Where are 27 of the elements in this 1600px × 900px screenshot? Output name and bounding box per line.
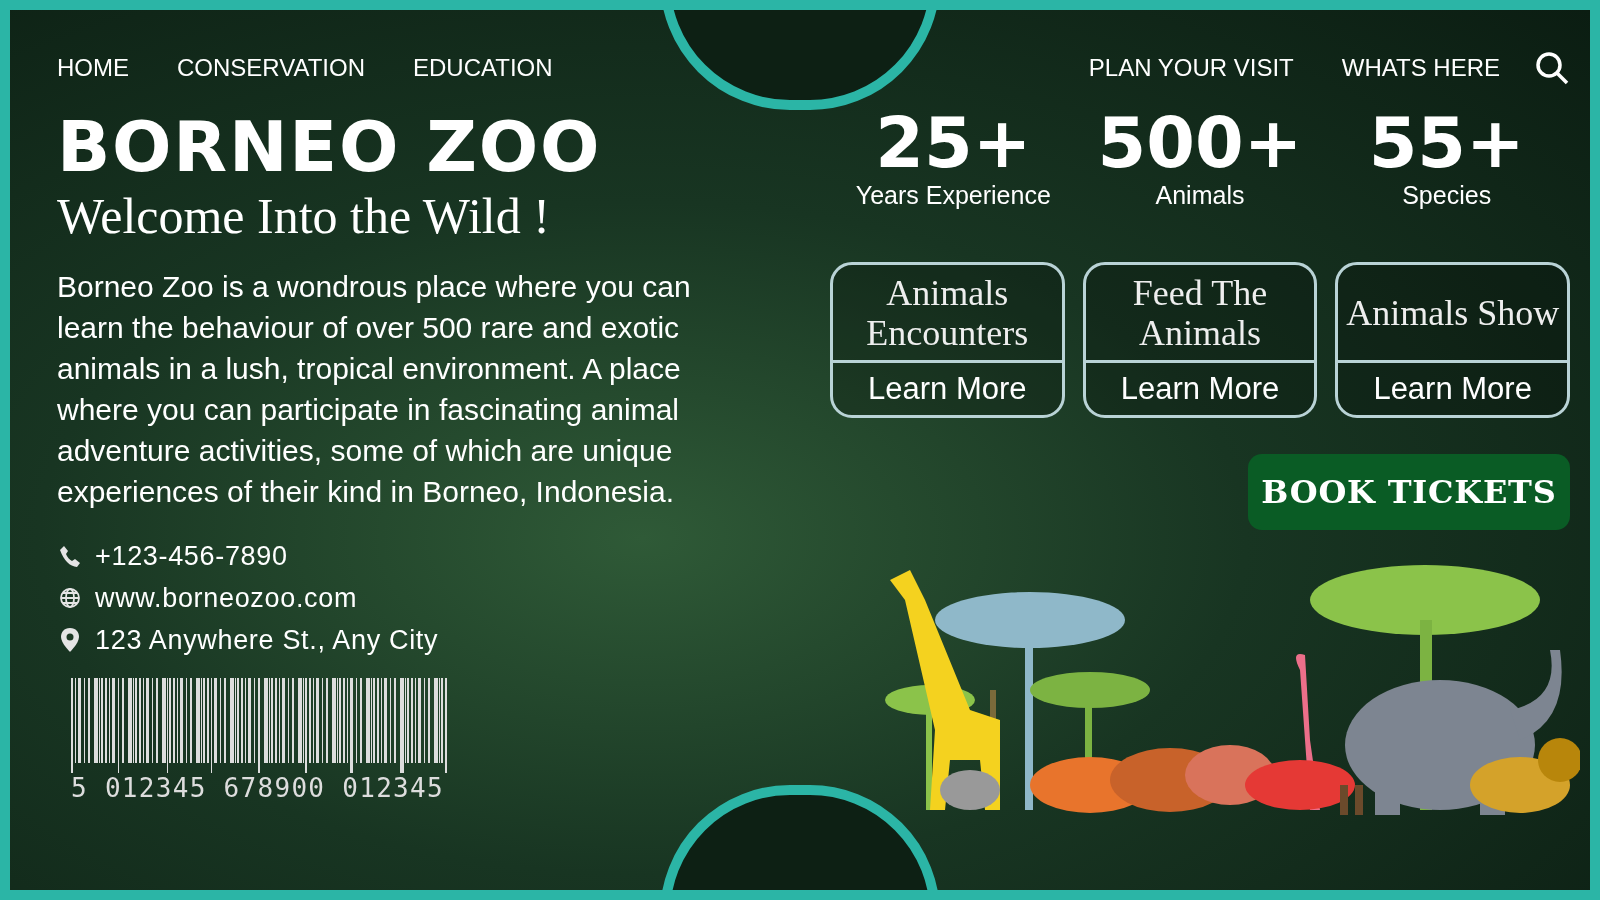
search-icon[interactable] <box>1534 50 1570 86</box>
contact-text: www.borneozoo.com <box>95 582 358 614</box>
nav-link[interactable]: EDUCATION <box>413 50 553 86</box>
card-title: Animals Show <box>1345 292 1561 333</box>
contact-text: 123 Anywhere St., Any City <box>95 624 439 656</box>
learn-more-button[interactable]: Learn More <box>833 363 1062 415</box>
book-tickets-button[interactable]: BOOK TICKETS <box>1248 454 1570 530</box>
globe-icon <box>57 587 83 609</box>
stat-label: Animals <box>1155 180 1245 210</box>
card-title: Animals Encounters <box>865 272 1030 353</box>
barcode-number: 5 012345 678900 012345 <box>71 773 445 803</box>
tagline: Welcome Into the Wild ! <box>57 188 551 244</box>
nav-link[interactable]: HOME <box>57 50 129 86</box>
site-title: BORNEO ZOO <box>57 112 603 182</box>
learn-more-button[interactable]: Learn More <box>1338 363 1567 415</box>
description: Borneo Zoo is a wondrous place where you can learn the behaviour of over 500 rare and exotic animals in a lush, tropical environment. A place where you can participate in fascinating animal adventure activities, some of which are unique experiences of their kind in Borneo, Indonesia. <box>57 269 692 510</box>
nav-link[interactable]: WHATS HERE <box>1341 50 1500 86</box>
learn-more-button[interactable]: Learn More <box>1085 363 1315 415</box>
nav-link[interactable]: CONSERVATION <box>177 50 366 86</box>
stat-label: Species <box>1402 180 1492 210</box>
stat-value: 500+ <box>1097 106 1303 180</box>
card-title: Feed The Animals <box>1131 272 1269 353</box>
stat-value: 25+ <box>875 106 1032 180</box>
stat-value: 55+ <box>1368 106 1525 180</box>
stat-label: Years Experience <box>855 180 1051 210</box>
contact-text: +123-456-7890 <box>95 540 288 572</box>
nav-link[interactable]: PLAN YOUR VISIT <box>1088 50 1294 86</box>
